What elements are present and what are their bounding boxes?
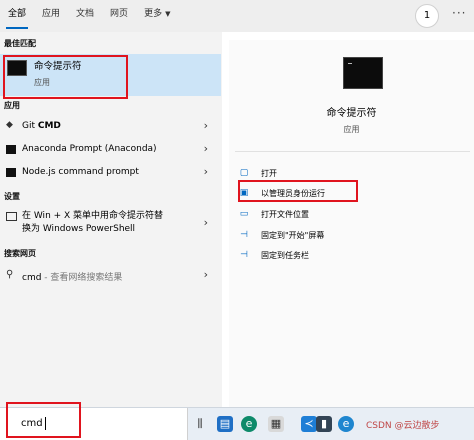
tab-all[interactable]: 全部 [0, 0, 34, 32]
action-open-file-location[interactable]: ▭ 打开文件位置 [239, 207, 439, 225]
action-label: 固定到"开始"屏幕 [261, 231, 325, 240]
filter-tabs: 全部 应用 文档 网页 更多 ▼ [0, 0, 474, 32]
tab-web[interactable]: 网页 [102, 0, 136, 32]
divider [235, 151, 470, 152]
app-label: Git CMD [22, 121, 61, 131]
details-title: 命令提示符 [326, 108, 377, 119]
app-item-nodejs-prompt[interactable]: Node.js command prompt › [0, 162, 221, 184]
watermark: CSDN @云边散步 [366, 421, 440, 431]
highlight-box [6, 402, 81, 438]
chevron-right-icon[interactable]: › [204, 165, 208, 178]
git-icon: ◆ [6, 120, 13, 130]
chevron-down-icon: ▼ [165, 10, 171, 18]
details-panel: 命令提示符 应用 ▢ 打开 ▣ 以管理员身份运行 ▭ 打开文件位置 ⊣ 固定到"… [229, 40, 474, 407]
action-label: 打开 [261, 169, 277, 178]
edge-icon[interactable]: e [241, 416, 257, 432]
browser-icon[interactable]: e [338, 416, 354, 432]
pin-icon: ⊣ [240, 230, 248, 240]
tab-apps[interactable]: 应用 [34, 0, 68, 32]
results-list: 最佳匹配 命令提示符 应用 应用 ◆ Git CMD › Anaconda Pr… [0, 32, 222, 407]
more-options-icon[interactable]: ··· [452, 6, 466, 20]
action-label: 打开文件位置 [261, 210, 309, 219]
action-pin-to-start[interactable]: ⊣ 固定到"开始"屏幕 [239, 228, 439, 246]
action-label: 固定到任务栏 [261, 251, 309, 260]
settings-item[interactable]: 在 Win + X 菜单中用命令提示符替 换为 Windows PowerShel… [0, 208, 221, 240]
folder-icon: ▭ [239, 209, 249, 219]
command-prompt-icon [343, 57, 383, 89]
app-item-git-cmd[interactable]: ◆ Git CMD › [0, 116, 221, 138]
chevron-right-icon[interactable]: › [204, 142, 208, 155]
chevron-right-icon[interactable]: › [204, 119, 208, 132]
web-search-item[interactable]: ⚲ cmd - 查看网络搜索结果 › [0, 265, 221, 287]
chevron-right-icon[interactable]: › [204, 268, 208, 281]
terminal-icon [6, 168, 16, 177]
settings-heading: 设置 [4, 192, 20, 201]
search-icon: ⚲ [6, 269, 14, 280]
settings-label: 在 Win + X 菜单中用命令提示符替 换为 Windows PowerShel… [22, 211, 164, 234]
rewards-badge[interactable]: 1 [415, 4, 439, 28]
tab-more-label: 更多 [144, 9, 163, 19]
apps-heading: 应用 [4, 101, 20, 110]
start-search-window: 全部 应用 文档 网页 更多 ▼ 1 ··· 最佳匹配 命令提示符 应用 应用 ◆… [0, 0, 474, 440]
vscode-icon[interactable]: ≺ [301, 416, 317, 432]
web-search-label: cmd - 查看网络搜索结果 [22, 273, 123, 283]
tab-more[interactable]: 更多 ▼ [136, 0, 178, 32]
details-subtitle: 应用 [343, 125, 360, 134]
best-match-heading: 最佳匹配 [4, 39, 36, 48]
app-item-anaconda-prompt[interactable]: Anaconda Prompt (Anaconda) › [0, 139, 221, 161]
task-view-icon[interactable]: ⫼ [192, 416, 208, 432]
web-search-heading: 搜索网页 [4, 249, 36, 258]
terminal-icon [6, 145, 16, 154]
terminal-taskbar-icon[interactable]: ▮ [316, 416, 332, 432]
action-pin-to-taskbar[interactable]: ⊣ 固定到任务栏 [239, 248, 439, 266]
pin-icon: ⊣ [240, 250, 248, 260]
highlight-box [238, 180, 358, 202]
monitor-icon [6, 212, 17, 221]
app-label: Node.js command prompt [22, 167, 139, 177]
app-label: Anaconda Prompt (Anaconda) [22, 144, 157, 154]
open-icon: ▢ [239, 168, 249, 178]
app-icon[interactable]: ▦ [268, 416, 284, 432]
highlight-box [3, 55, 128, 99]
tab-documents[interactable]: 文档 [68, 0, 102, 32]
chevron-right-icon[interactable]: › [204, 216, 208, 229]
file-explorer-icon[interactable]: ▤ [217, 416, 233, 432]
